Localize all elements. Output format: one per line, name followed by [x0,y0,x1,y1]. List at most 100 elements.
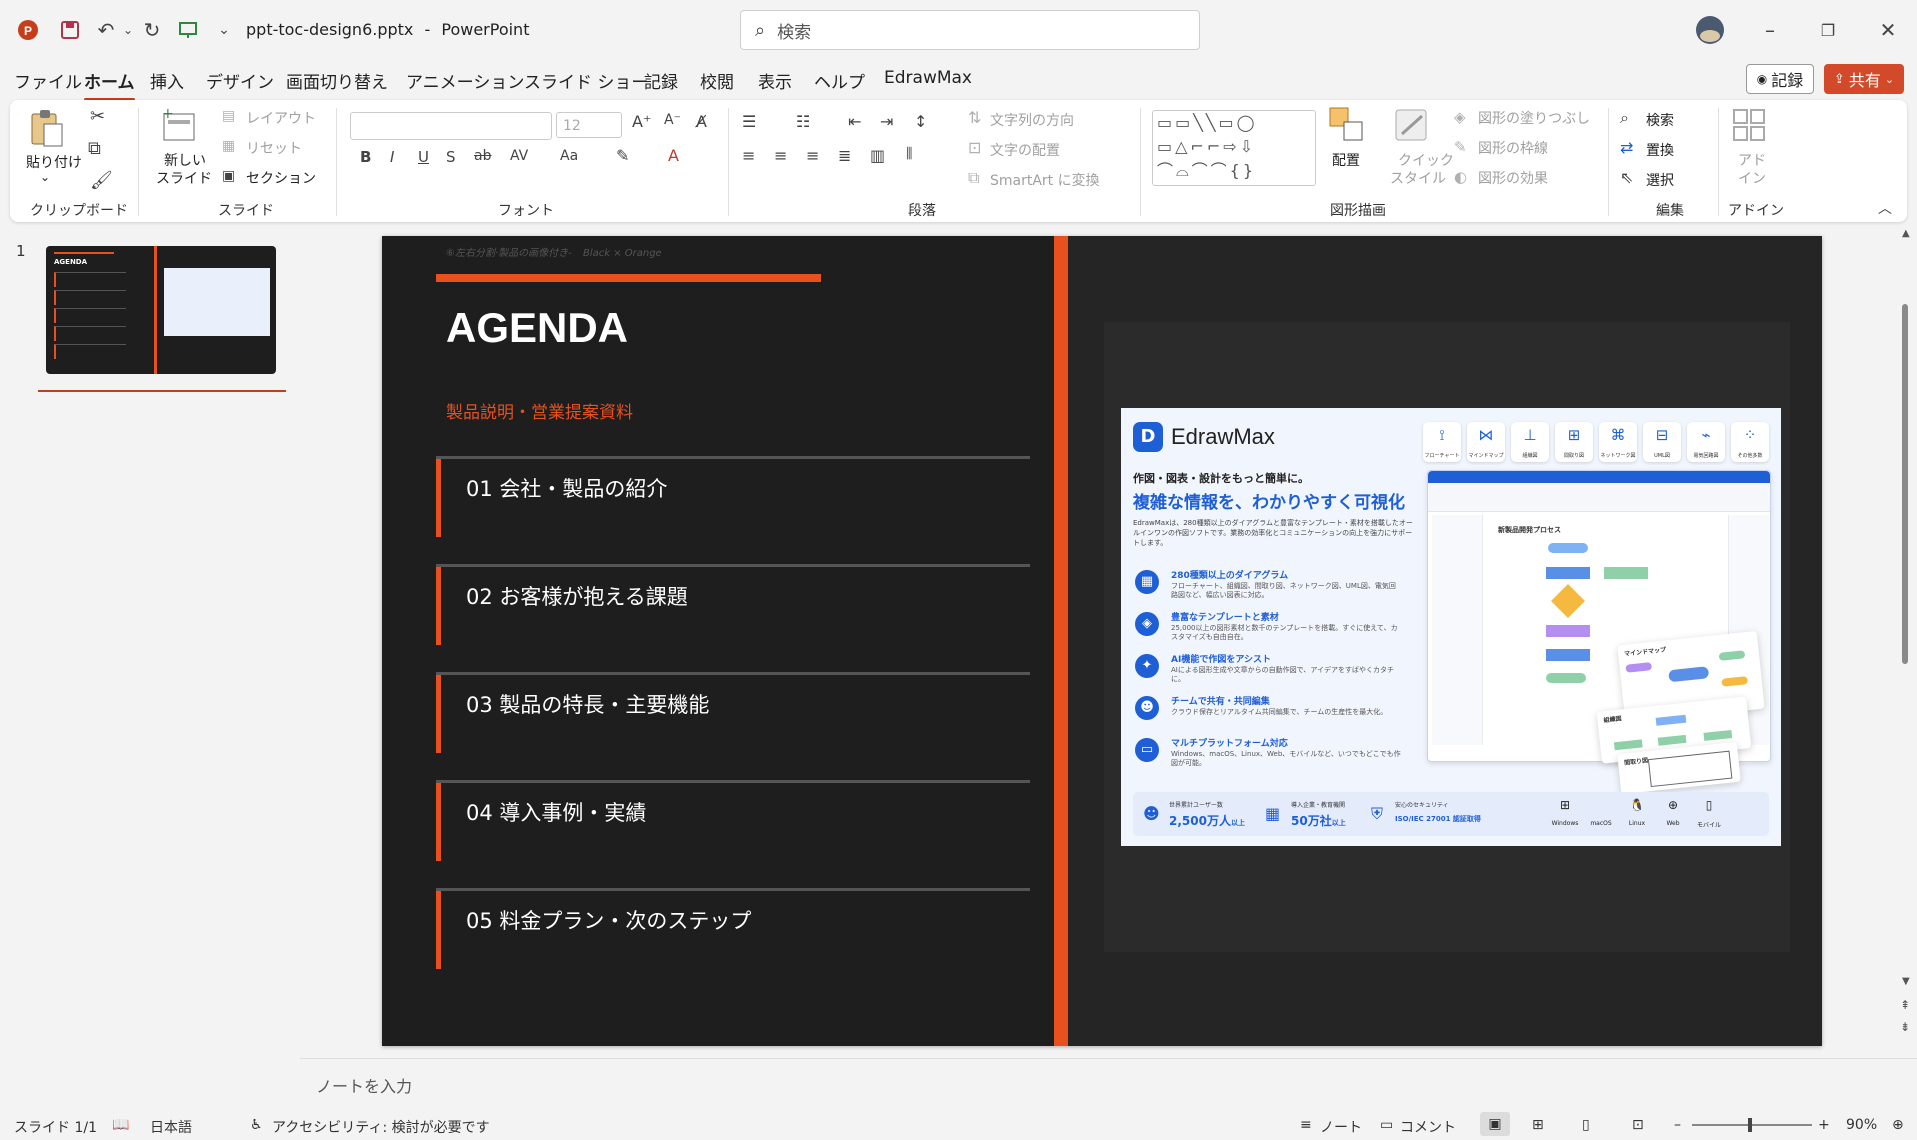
decrease-indent-icon[interactable]: ⇤ [848,112,861,131]
new-slide-icon[interactable]: + [162,106,198,142]
slideshow-icon[interactable]: ⊡ [1632,1117,1644,1133]
find-button[interactable]: 検索 [1646,110,1674,130]
slide-canvas[interactable]: ⑥左右分割·製品の画像付き- Black × Orange AGENDA 製品説… [382,236,1822,1046]
quick-style-label-1[interactable]: クイック [1398,150,1454,170]
shadow-icon[interactable]: S [446,148,456,166]
zoom-slider[interactable] [1692,1118,1812,1132]
addins-icon[interactable] [1732,108,1768,144]
search-box[interactable]: ⌕ 検索 [740,10,1200,50]
select-button[interactable]: 選択 [1646,170,1674,190]
next-slide-icon[interactable]: ⇟ [1900,1020,1910,1034]
underline-icon[interactable]: U [418,148,429,166]
avatar[interactable] [1696,16,1724,44]
slide-thumbnail[interactable]: AGENDA [46,246,276,374]
zoom-in-icon[interactable]: + [1818,1117,1830,1133]
addins-label-2[interactable]: イン [1738,168,1766,188]
maximize-icon[interactable]: ❐ [1814,16,1842,44]
spellcheck-icon[interactable]: 📖 [112,1117,129,1133]
columns-icon[interactable]: ⫼ [906,146,912,162]
italic-icon[interactable]: I [390,148,394,166]
shrink-font-icon[interactable]: A⁻ [664,112,681,128]
zoom-level[interactable]: 90% [1846,1117,1877,1133]
new-slide-label-1[interactable]: 新しい [164,150,206,170]
tab-slideshow[interactable]: スライド ショー [524,68,648,93]
zoom-slider-thumb[interactable] [1748,1118,1752,1132]
arrange-button[interactable]: 配置 [1332,150,1360,170]
tab-transitions[interactable]: 画面切り替え [286,68,388,93]
tab-insert[interactable]: 挿入 [150,68,184,93]
save-icon[interactable] [56,16,84,44]
vertical-scrollbar[interactable]: ▲ ▼ ⇞ ⇟ [1896,228,1916,1058]
distributed-icon[interactable]: ▥ [870,146,885,165]
reading-view-icon[interactable]: ▯ [1582,1117,1590,1133]
line-spacing-icon[interactable]: ↕ [914,112,927,131]
font-size-select[interactable]: 12 [556,112,622,138]
tab-design[interactable]: デザイン [206,68,274,93]
align-text-button[interactable]: 文字の配置 [990,140,1060,160]
tab-file[interactable]: ファイル [14,68,82,93]
justify-icon[interactable]: ≣ [838,146,851,165]
char-spacing-icon[interactable]: AV [510,148,528,164]
addins-label-1[interactable]: アド [1738,150,1766,170]
section-button[interactable]: セクション [246,168,316,188]
fit-slide-icon[interactable]: ⊕ [1892,1117,1904,1133]
bullets-icon[interactable]: ☰ [742,112,756,131]
tab-edrawmax[interactable]: EdrawMax [884,68,972,88]
shapes-gallery[interactable]: ▭▭╲╲▭◯ ▭△⌐⌐⇨⇩ ⌒⌓⌒⌒{} [1152,110,1316,186]
increase-indent-icon[interactable]: ⇥ [880,112,893,131]
replace-button[interactable]: 置換 [1646,140,1674,160]
new-slide-label-2[interactable]: スライド [156,168,212,188]
scroll-up-icon[interactable]: ▲ [1902,228,1910,239]
clipboard-icon[interactable] [28,108,66,150]
shape-effects-button[interactable]: 図形の効果 [1478,168,1548,188]
share-button[interactable]: ⇪ 共有 ⌄ [1824,64,1904,94]
tab-view[interactable]: 表示 [758,68,792,93]
align-center-icon[interactable]: ≡ [774,146,787,165]
smartart-button[interactable]: SmartArt に変換 [990,170,1100,190]
clear-format-icon[interactable]: A̸ [696,112,707,131]
layout-button[interactable]: レイアウト [246,108,316,128]
notes-toggle-button[interactable]: ノート [1320,1117,1362,1137]
accessibility-status[interactable]: アクセシビリティ: 検討が必要です [272,1117,490,1137]
change-case-icon[interactable]: Aa [560,148,578,164]
slide-sorter-icon[interactable]: ⊞ [1532,1117,1544,1133]
shape-outline-button[interactable]: 図形の枠線 [1478,138,1548,158]
language-indicator[interactable]: 日本語 [150,1117,192,1137]
cut-icon[interactable]: ✂ [90,106,105,127]
tab-help[interactable]: ヘルプ [814,68,865,93]
text-direction-button[interactable]: 文字列の方向 [990,110,1074,130]
close-icon[interactable]: ✕ [1874,16,1902,44]
customize-toolbar-icon[interactable]: ⌄ [210,16,238,44]
paste-dropdown-icon[interactable]: ⌄ [40,170,50,184]
tab-record[interactable]: 記録 [644,68,678,93]
notes-pane[interactable]: ノートを入力 [300,1058,1917,1109]
strikethrough-icon[interactable]: ab [474,148,491,164]
font-name-select[interactable] [350,112,552,140]
format-painter-icon[interactable]: 🖌 [90,170,113,191]
comments-button[interactable]: コメント [1400,1117,1456,1137]
reset-button[interactable]: リセット [246,138,302,158]
collapse-ribbon-icon[interactable]: ︿ [1878,198,1892,218]
tab-home[interactable]: ホーム [84,68,135,101]
paste-button[interactable]: 貼り付け [26,152,82,172]
normal-view-icon[interactable]: ▣ [1480,1112,1510,1136]
product-image[interactable]: D EdrawMax ⟟ フローチャート ⋈ マインドマップ ⊥ 組織図 ⊞ 間取り図 … [1121,408,1781,846]
arrange-icon[interactable] [1328,106,1368,146]
zoom-out-icon[interactable]: – [1674,1117,1681,1133]
minimize-icon[interactable]: – [1756,16,1784,44]
tab-animations[interactable]: アニメーション [406,68,524,93]
tab-review[interactable]: 校閲 [700,68,734,93]
font-color-icon[interactable]: A [668,146,679,165]
quick-style-label-2[interactable]: スタイル [1390,168,1446,188]
shape-fill-button[interactable]: 図形の塗りつぶし [1478,108,1590,128]
numbering-icon[interactable]: ☷ [796,112,810,131]
grow-font-icon[interactable]: A⁺ [632,112,651,131]
align-left-icon[interactable]: ≡ [742,146,755,165]
align-right-icon[interactable]: ≡ [806,146,819,165]
record-button[interactable]: ◉ 記録 [1746,64,1814,94]
copy-icon[interactable]: ⧉ [88,138,101,159]
previous-slide-icon[interactable]: ⇞ [1900,998,1910,1012]
scroll-down-icon[interactable]: ▼ [1902,976,1910,987]
scrollbar-thumb[interactable] [1902,304,1908,664]
quick-style-icon[interactable] [1394,106,1434,146]
